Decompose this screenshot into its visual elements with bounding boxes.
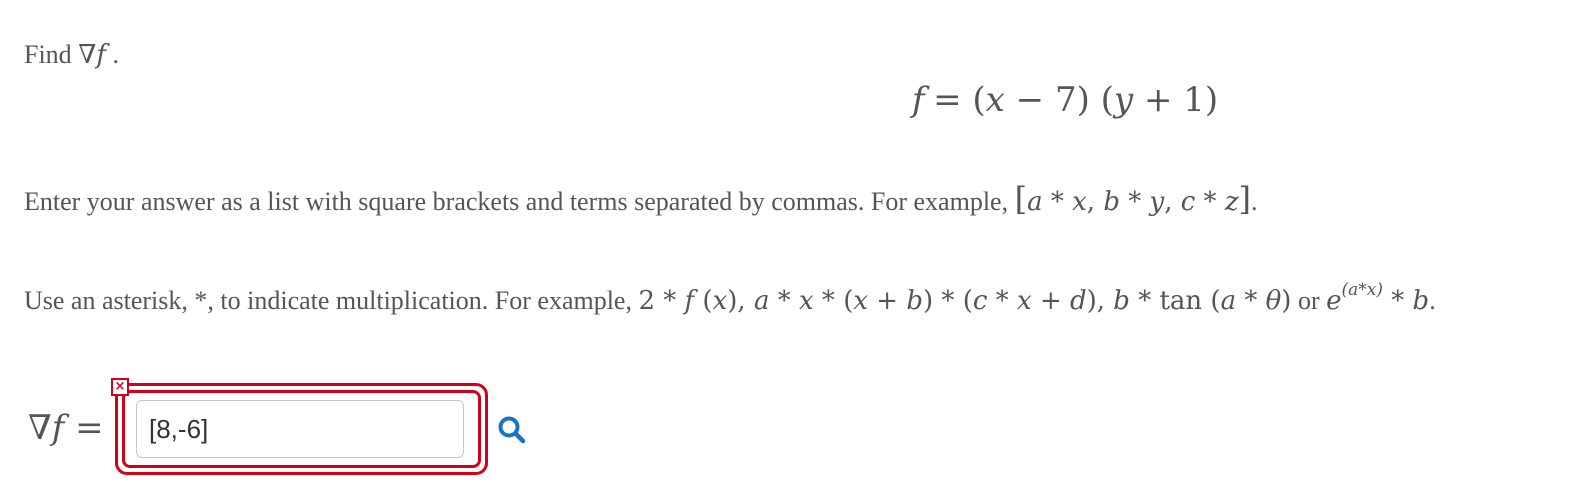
ex1-period: . bbox=[1251, 187, 1258, 216]
ex3-x-2: x bbox=[853, 286, 869, 316]
ex1-comma-2: , bbox=[1164, 187, 1181, 217]
function-equation: f = (x − 7) (y + 1) bbox=[912, 80, 1218, 120]
ex3-x-3: x bbox=[1016, 286, 1032, 316]
ex3-sep: , bbox=[1096, 286, 1114, 316]
ex5-op: * bbox=[1383, 286, 1413, 316]
ex5-period: . bbox=[1429, 286, 1436, 315]
ex2-op: * bbox=[655, 286, 685, 316]
preview-button[interactable] bbox=[496, 414, 528, 446]
ex2-sep-1: , bbox=[737, 286, 754, 316]
ex4-close: ) bbox=[1281, 286, 1292, 316]
ex1-star-1: * bbox=[1042, 187, 1073, 217]
prompt-function-var: f bbox=[96, 40, 106, 70]
ex3-plus-1: + bbox=[868, 286, 907, 316]
ex1-z: z bbox=[1224, 187, 1239, 217]
ex3-op-4: * bbox=[987, 286, 1017, 316]
ex4-op: * bbox=[1236, 286, 1266, 316]
ex3-op-2: * ( bbox=[813, 286, 854, 316]
ex1-c: c bbox=[1180, 187, 1196, 217]
ex4-b: b bbox=[1113, 286, 1130, 316]
magnifier-icon bbox=[498, 416, 526, 444]
instruction-multiplication: Use an asterisk, *, to indicate multipli… bbox=[24, 280, 1436, 316]
eq-part-1: = ( bbox=[933, 80, 986, 120]
ex1-star-3: * bbox=[1195, 187, 1225, 217]
ex1-y: y bbox=[1149, 187, 1165, 217]
eq-part-3: + 1) bbox=[1133, 80, 1219, 120]
prompt-period: . bbox=[112, 40, 119, 69]
ex2-close: ) bbox=[727, 286, 738, 316]
ex1-open-bracket: [ bbox=[1014, 180, 1028, 218]
ex3-plus-2: + bbox=[1031, 286, 1070, 316]
problem-prompt: Find ∇f . bbox=[24, 40, 119, 70]
ex3-close: ) bbox=[1086, 286, 1097, 316]
eq-lhs: f bbox=[912, 80, 925, 120]
answer-label: ∇f = bbox=[28, 408, 104, 448]
ex5-exponent: (a*x) bbox=[1341, 280, 1384, 300]
ex4-a: a bbox=[1220, 286, 1237, 316]
ex3-a: a bbox=[753, 286, 770, 316]
ex1-x: x bbox=[1072, 187, 1087, 217]
ex4-theta: θ bbox=[1265, 286, 1282, 316]
ex5-b: b bbox=[1412, 286, 1430, 316]
ex1-b: b bbox=[1103, 187, 1120, 217]
ex2-open: ( bbox=[694, 286, 713, 316]
nabla-symbol: ∇ bbox=[78, 40, 97, 70]
ex3-op-3: ) * ( bbox=[923, 286, 973, 316]
answer-equals: = bbox=[64, 408, 104, 448]
close-icon: × bbox=[111, 378, 129, 396]
ex3-op-1: * bbox=[769, 286, 799, 316]
ex3-c: c bbox=[972, 286, 988, 316]
ex4-tan: * tan ( bbox=[1129, 286, 1221, 316]
answer-input[interactable] bbox=[136, 400, 464, 458]
ex2-f: f bbox=[684, 286, 695, 316]
or-word: or bbox=[1291, 286, 1327, 315]
prompt-word: Find bbox=[24, 40, 72, 69]
instruction-list-format: Enter your answer as a list with square … bbox=[24, 180, 1258, 218]
ex2-x: x bbox=[712, 286, 728, 316]
ex1-comma-1: , bbox=[1086, 187, 1104, 217]
instruction1-text: Enter your answer as a list with square … bbox=[24, 187, 1015, 216]
instruction2-text: Use an asterisk, *, to indicate multipli… bbox=[24, 286, 639, 315]
ex1-close-bracket: ] bbox=[1238, 180, 1252, 218]
ex3-b: b bbox=[906, 286, 924, 316]
ex5-e: e bbox=[1326, 286, 1342, 316]
eq-y: y bbox=[1113, 80, 1134, 120]
eq-part-2: − 7) ( bbox=[1004, 80, 1114, 120]
ex3-x-1: x bbox=[799, 286, 814, 316]
ex1-star-2: * bbox=[1119, 187, 1150, 217]
ex1-a: a bbox=[1027, 187, 1043, 217]
answer-nabla: ∇ bbox=[28, 408, 52, 448]
ex3-d: d bbox=[1069, 286, 1087, 316]
eq-x: x bbox=[985, 80, 1005, 120]
ex2-num: 2 bbox=[638, 286, 656, 316]
answer-var: f bbox=[51, 408, 65, 448]
